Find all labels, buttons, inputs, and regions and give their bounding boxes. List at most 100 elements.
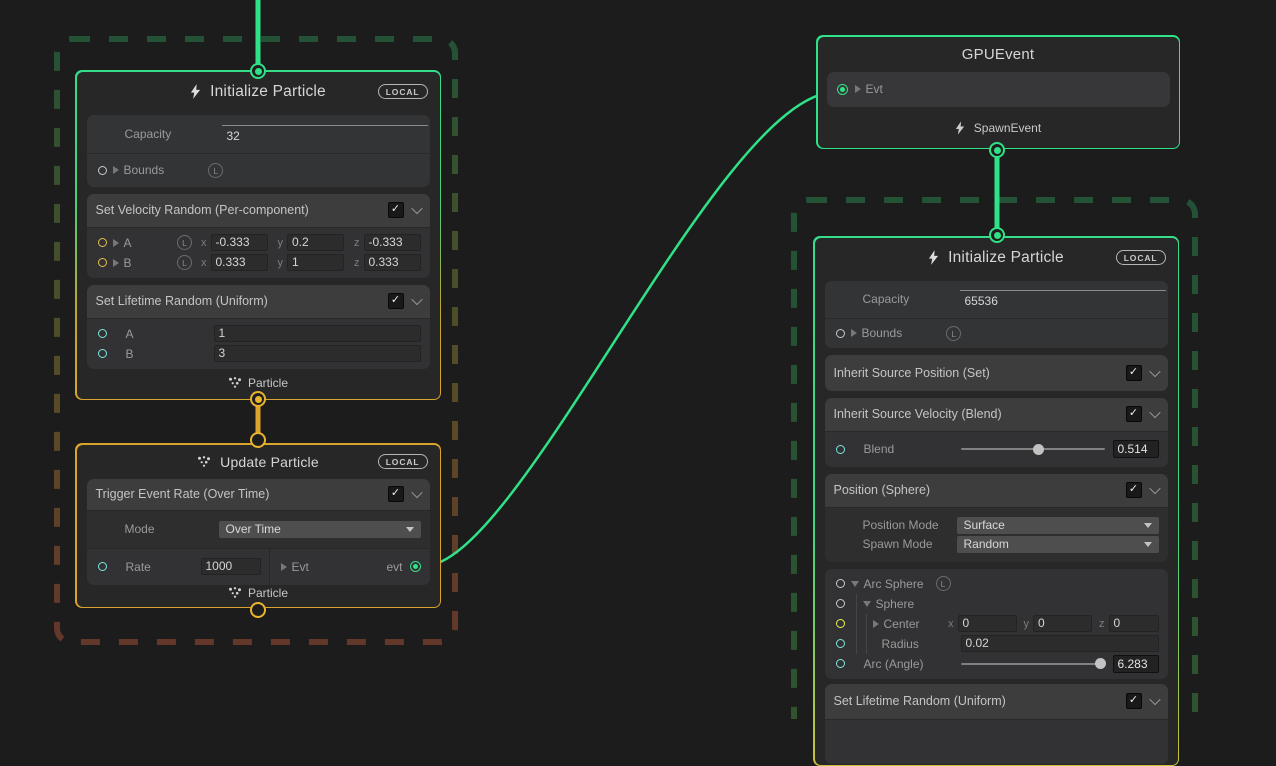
blend-slider[interactable] (961, 448, 1105, 450)
arc-angle-slider[interactable] (961, 663, 1105, 665)
block-set-velocity-random[interactable]: Set Velocity Random (Per-component) ✓ A … (87, 194, 430, 278)
node-gpuevent[interactable]: GPUEvent Evt SpawnEvent (816, 35, 1180, 149)
flow-port-gpuevent-output[interactable] (989, 142, 1005, 158)
float-port[interactable] (836, 659, 845, 668)
float-port[interactable] (836, 639, 845, 648)
block-enabled-checkbox[interactable]: ✓ (1126, 693, 1142, 709)
arc-sphere-port[interactable] (836, 579, 845, 588)
spawn-event-label: SpawnEvent (974, 121, 1041, 135)
z-input[interactable]: 0.333 (364, 254, 421, 271)
foldout-expanded-icon[interactable] (851, 581, 859, 587)
x-input[interactable]: -0.333 (211, 234, 268, 251)
foldout-collapsed-icon[interactable] (855, 85, 861, 93)
chevron-down-icon[interactable] (1149, 694, 1160, 705)
x-input[interactable]: 0.333 (211, 254, 268, 271)
foldout-collapsed-icon[interactable] (873, 620, 879, 628)
block-header[interactable]: Inherit Source Velocity (Blend) ✓ (825, 398, 1168, 431)
vector3-port[interactable] (98, 258, 107, 267)
flow-port-initialize-left-input[interactable] (250, 63, 266, 79)
block-enabled-checkbox[interactable]: ✓ (388, 486, 404, 502)
block-header[interactable]: Trigger Event Rate (Over Time) ✓ (87, 479, 430, 510)
block-header[interactable]: Set Velocity Random (Per-component) ✓ (87, 194, 430, 227)
spawn-mode-row: Spawn Mode Random (834, 536, 1159, 553)
float-port[interactable] (98, 349, 107, 358)
blend-row: Blend 0.514 (825, 432, 1168, 467)
block-trigger-event-rate[interactable]: Trigger Event Rate (Over Time) ✓ Mode Ov… (87, 479, 430, 585)
mode-dropdown[interactable]: Over Time (219, 521, 421, 538)
arc-angle-value-input[interactable]: 6.283 (1113, 655, 1159, 673)
node-initialize-particle-left[interactable]: Initialize Particle LOCAL Capacity 32 Bo… (75, 70, 441, 400)
position-port[interactable] (836, 619, 845, 628)
block-set-lifetime-random[interactable]: Set Lifetime Random (Uniform) ✓ A 1 B 3 (87, 285, 430, 369)
foldout-collapsed-icon[interactable] (113, 166, 119, 174)
flow-port-update-input[interactable] (250, 432, 266, 448)
center-z-input[interactable]: 0 (1109, 615, 1159, 632)
y-input[interactable]: 1 (287, 254, 344, 271)
flow-port-initialize-right-input[interactable] (989, 227, 1005, 243)
block-set-lifetime-random[interactable]: Set Lifetime Random (Uniform) ✓ (825, 684, 1168, 764)
bounds-port[interactable] (836, 329, 845, 338)
center-x-input[interactable]: 0 (958, 615, 1017, 632)
float-port[interactable] (836, 445, 845, 454)
block-inherit-source-velocity[interactable]: Inherit Source Velocity (Blend) ✓ Blend … (825, 398, 1168, 467)
block-enabled-checkbox[interactable]: ✓ (388, 202, 404, 218)
vector3-port[interactable] (98, 238, 107, 247)
float-port[interactable] (98, 562, 107, 571)
slider-thumb[interactable] (1095, 658, 1106, 669)
chevron-down-icon[interactable] (1149, 407, 1160, 418)
block-title: Inherit Source Velocity (Blend) (834, 407, 1002, 421)
axis-x-label: x (201, 237, 207, 249)
node-title-label: Initialize Particle (948, 249, 1064, 267)
radius-input[interactable]: 0.02 (961, 635, 1159, 652)
block-header[interactable]: Set Lifetime Random (Uniform) ✓ (825, 684, 1168, 719)
center-y-input[interactable]: 0 (1033, 615, 1092, 632)
block-inherit-source-position[interactable]: Inherit Source Position (Set) ✓ (825, 355, 1168, 391)
rate-input[interactable]: 1000 (201, 558, 261, 575)
scope-badge[interactable]: LOCAL (1116, 250, 1166, 265)
block-header[interactable]: Set Lifetime Random (Uniform) ✓ (87, 285, 430, 318)
arc-sphere-label: Arc Sphere (864, 577, 924, 591)
foldout-expanded-icon[interactable] (863, 601, 871, 607)
capacity-input[interactable]: 65536 (960, 290, 1166, 308)
value-input[interactable]: 3 (214, 345, 421, 362)
axis-z-label: z (1099, 618, 1105, 630)
foldout-collapsed-icon[interactable] (281, 563, 287, 571)
slider-thumb[interactable] (1033, 444, 1044, 455)
block-title: Position (Sphere) (834, 483, 931, 497)
spawn-mode-dropdown[interactable]: Random (957, 536, 1159, 553)
blend-value-input[interactable]: 0.514 (1113, 440, 1159, 458)
evt-input-port[interactable] (837, 84, 848, 95)
block-position-sphere[interactable]: Position (Sphere) ✓ Position Mode Surfac… (825, 474, 1168, 562)
block-enabled-checkbox[interactable]: ✓ (1126, 365, 1142, 381)
sphere-port[interactable] (836, 599, 845, 608)
bounds-port[interactable] (98, 166, 107, 175)
z-input[interactable]: -0.333 (364, 234, 421, 251)
block-enabled-checkbox[interactable]: ✓ (1126, 406, 1142, 422)
node-update-particle[interactable]: Update Particle LOCAL Trigger Event Rate… (75, 443, 441, 608)
capacity-label: Capacity (863, 292, 960, 306)
foldout-collapsed-icon[interactable] (113, 239, 119, 247)
float-port[interactable] (98, 329, 107, 338)
chevron-down-icon[interactable] (1149, 483, 1160, 494)
foldout-collapsed-icon[interactable] (851, 329, 857, 337)
block-header[interactable]: Position (Sphere) ✓ (825, 474, 1168, 507)
scope-badge[interactable]: LOCAL (378, 454, 428, 469)
capacity-input[interactable]: 32 (222, 125, 428, 143)
chevron-down-icon[interactable] (411, 203, 422, 214)
particle-output-label: Particle (248, 586, 288, 600)
block-enabled-checkbox[interactable]: ✓ (1126, 482, 1142, 498)
block-header[interactable]: Inherit Source Position (Set) ✓ (825, 355, 1168, 391)
evt-output-port[interactable] (410, 561, 421, 572)
chevron-down-icon[interactable] (1149, 365, 1160, 376)
flow-port-initialize-left-output[interactable] (250, 391, 266, 407)
block-enabled-checkbox[interactable]: ✓ (388, 293, 404, 309)
scope-badge[interactable]: LOCAL (378, 84, 428, 99)
position-mode-dropdown[interactable]: Surface (957, 517, 1159, 534)
node-initialize-particle-right[interactable]: Initialize Particle LOCAL Capacity 65536… (813, 236, 1179, 766)
flow-port-update-output[interactable] (250, 602, 266, 618)
foldout-collapsed-icon[interactable] (113, 259, 119, 267)
value-input[interactable]: 1 (214, 325, 421, 342)
chevron-down-icon[interactable] (411, 487, 422, 498)
y-input[interactable]: 0.2 (287, 234, 344, 251)
chevron-down-icon[interactable] (411, 294, 422, 305)
